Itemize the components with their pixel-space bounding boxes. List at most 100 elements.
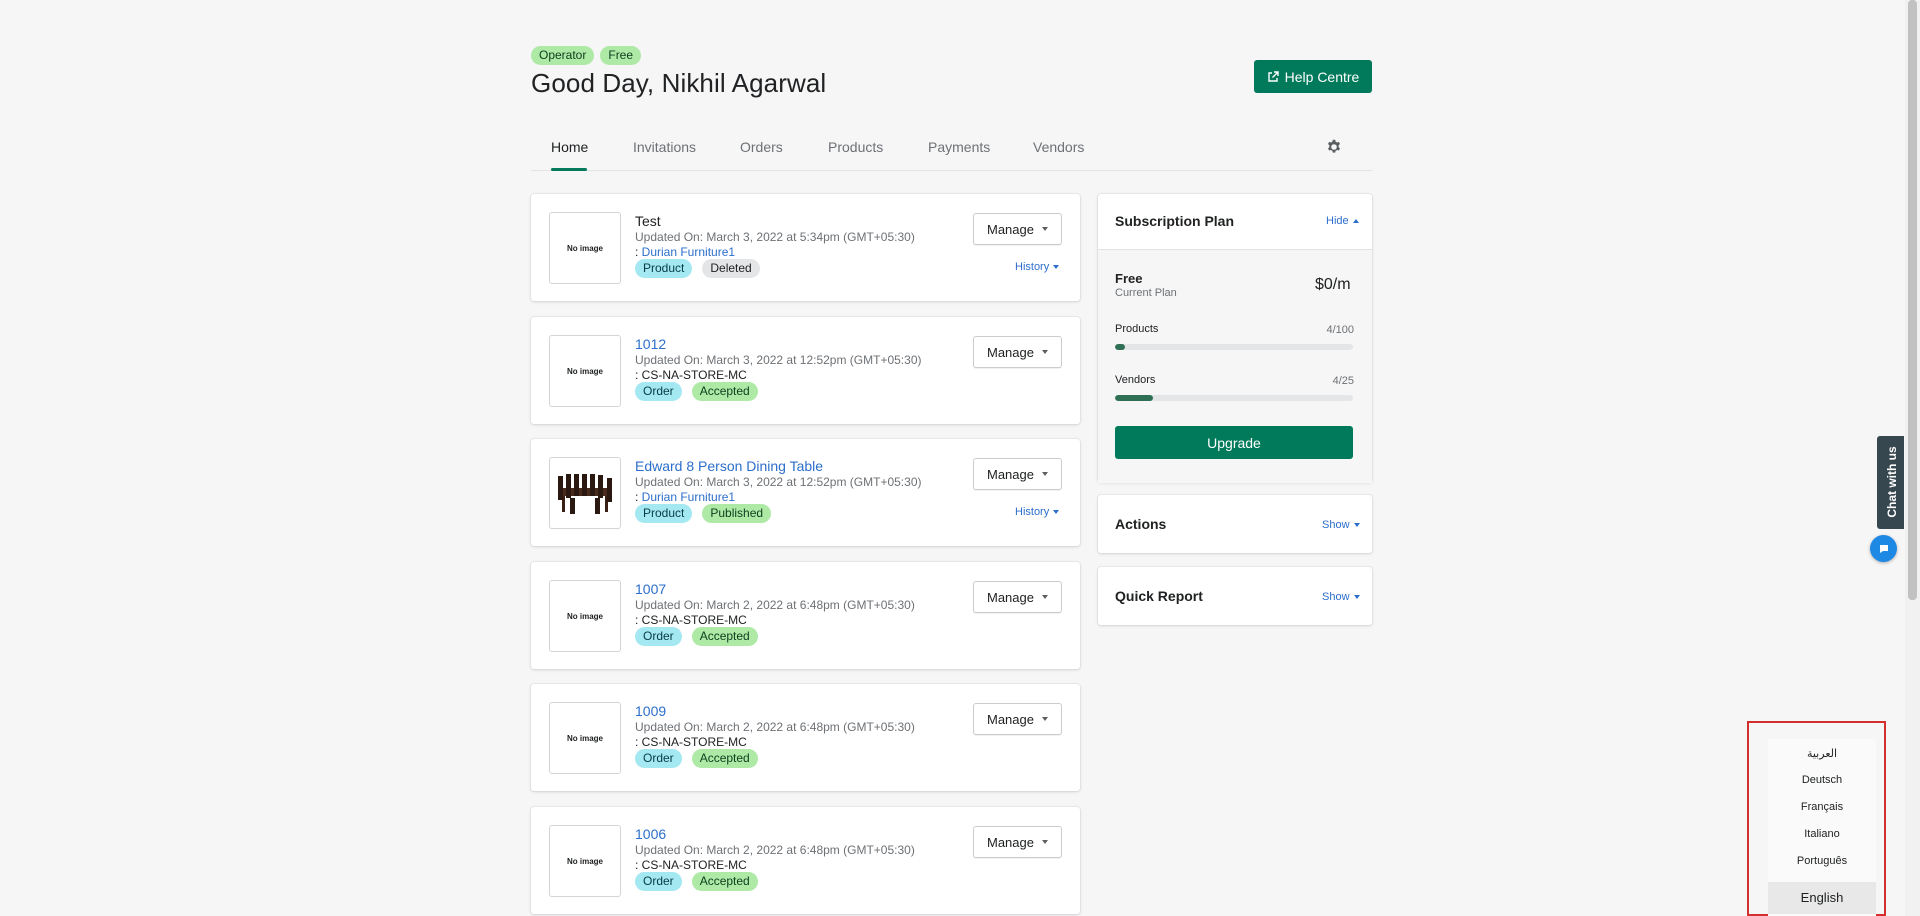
vendors-meter-label: Vendors — [1115, 374, 1156, 386]
products-meter-label: Products — [1115, 323, 1159, 335]
tab-vendors[interactable]: Vendors — [1033, 139, 1084, 155]
no-image-placeholder: No image — [549, 825, 621, 897]
activity-tags: Product Deleted — [635, 259, 760, 278]
activity-card: No image 1006 Updated On: March 2, 2022 at… — [531, 807, 1080, 914]
activity-title: Test — [635, 213, 661, 229]
plan-name: Free — [1115, 271, 1143, 286]
products-meter-value: 4/100 — [1326, 324, 1354, 336]
products-meter — [1115, 344, 1353, 350]
help-centre-label: Help Centre — [1284, 68, 1360, 85]
chat-with-us-tab[interactable]: Chat with us — [1877, 436, 1904, 529]
activity-source-name[interactable]: Durian Furniture1 — [642, 490, 735, 504]
type-badge: Product — [635, 504, 693, 523]
status-badge: Deleted — [702, 259, 760, 278]
vendors-meter-value: 4/25 — [1332, 375, 1354, 387]
activity-tags: Order Accepted — [635, 872, 758, 891]
manage-label: Manage — [987, 344, 1034, 360]
manage-button[interactable]: Manage — [973, 826, 1062, 858]
chat-tab-label: Chat with us — [1885, 446, 1899, 518]
activity-tags: Order Accepted — [635, 382, 758, 401]
actions-show-toggle[interactable]: Show — [1322, 519, 1360, 531]
vendors-meter — [1115, 395, 1353, 401]
subscription-title: Subscription Plan — [1115, 213, 1235, 229]
gear-icon[interactable] — [1326, 139, 1342, 155]
activity-title[interactable]: 1007 — [635, 581, 666, 597]
language-option-french[interactable]: Français — [1768, 801, 1876, 813]
type-badge: Order — [635, 749, 682, 768]
type-badge: Order — [635, 627, 682, 646]
activity-source-prefix: : — [635, 613, 642, 627]
activity-title[interactable]: Edward 8 Person Dining Table — [635, 458, 823, 474]
history-toggle[interactable]: History — [1015, 506, 1060, 518]
manage-label: Manage — [987, 466, 1034, 482]
language-selector-highlight: العربية Deutsch Français Italiano Portug… — [1747, 721, 1886, 916]
dining-table-image — [558, 474, 612, 514]
product-thumbnail — [549, 457, 621, 529]
chat-bubble-button[interactable] — [1870, 535, 1897, 562]
chevron-down-icon — [1041, 717, 1048, 721]
chevron-down-icon — [1353, 595, 1360, 599]
activity-updated-on: Updated On: March 3, 2022 at 5:34pm (GMT… — [635, 230, 915, 244]
manage-button[interactable]: Manage — [973, 581, 1062, 613]
manage-button[interactable]: Manage — [973, 336, 1062, 368]
status-badge: Published — [702, 504, 772, 523]
tab-invitations[interactable]: Invitations — [633, 139, 696, 155]
active-tab-indicator — [551, 168, 587, 171]
manage-button[interactable]: Manage — [973, 703, 1062, 735]
activity-source-name: CS-NA-STORE-MC — [641, 613, 747, 627]
status-badge: Accepted — [691, 872, 758, 891]
plan-subtitle: Current Plan — [1115, 287, 1177, 299]
no-image-placeholder: No image — [549, 702, 621, 774]
language-option-german[interactable]: Deutsch — [1768, 774, 1876, 786]
language-list: العربية Deutsch Français Italiano Portug… — [1768, 739, 1876, 916]
activity-card: No image 1012 Updated On: March 3, 2022 at… — [531, 317, 1080, 424]
no-image-placeholder: No image — [549, 212, 621, 284]
vendors-meter-fill — [1115, 395, 1154, 401]
language-option-portuguese[interactable]: Português — [1768, 855, 1876, 867]
help-centre-button[interactable]: Help Centre — [1254, 60, 1372, 93]
quick-report-show-toggle[interactable]: Show — [1322, 591, 1360, 603]
no-image-placeholder: No image — [549, 335, 621, 407]
activity-source: : Durian Furniture1 — [635, 245, 735, 259]
language-option-arabic[interactable]: العربية — [1768, 747, 1876, 760]
language-option-italian[interactable]: Italiano — [1768, 828, 1876, 840]
chevron-down-icon — [1053, 265, 1060, 269]
activity-source: : Durian Furniture1 — [635, 490, 735, 504]
page-scrollbar[interactable] — [1905, 0, 1920, 916]
history-toggle[interactable]: History — [1015, 261, 1060, 273]
activity-title[interactable]: 1009 — [635, 703, 666, 719]
chevron-down-icon — [1353, 523, 1360, 527]
subscription-toggle-label: Hide — [1326, 215, 1349, 227]
activity-source-prefix: : — [635, 490, 642, 504]
tab-products[interactable]: Products — [828, 139, 883, 155]
quick-report-title: Quick Report — [1115, 588, 1203, 604]
upgrade-button[interactable]: Upgrade — [1115, 426, 1353, 459]
history-label: History — [1015, 261, 1050, 273]
activity-source-name[interactable]: Durian Furniture1 — [642, 245, 735, 259]
products-meter-fill — [1115, 344, 1125, 350]
activity-title[interactable]: 1006 — [635, 826, 666, 842]
tab-payments[interactable]: Payments — [928, 139, 990, 155]
status-badge: Accepted — [691, 382, 758, 401]
tab-home[interactable]: Home — [551, 139, 588, 155]
language-option-english[interactable]: English — [1768, 882, 1876, 914]
quick-report-card: Quick Report Show — [1098, 567, 1372, 625]
chevron-down-icon — [1041, 350, 1048, 354]
activity-card: No image 1009 Updated On: March 2, 2022 at… — [531, 684, 1080, 791]
chevron-down-icon — [1041, 227, 1048, 231]
actions-card: Actions Show — [1098, 495, 1372, 553]
manage-button[interactable]: Manage — [973, 458, 1062, 490]
subscription-card: Subscription Plan Hide Free Current Plan… — [1098, 194, 1372, 483]
chevron-down-icon — [1041, 840, 1048, 844]
activity-source-name: CS-NA-STORE-MC — [641, 735, 747, 749]
activity-title[interactable]: 1012 — [635, 336, 666, 352]
activity-tags: Order Accepted — [635, 627, 758, 646]
manage-button[interactable]: Manage — [973, 213, 1062, 245]
history-label: History — [1015, 506, 1050, 518]
type-badge: Product — [635, 259, 693, 278]
tab-orders[interactable]: Orders — [740, 139, 783, 155]
scrollbar-thumb[interactable] — [1908, 0, 1917, 600]
subscription-hide-toggle[interactable]: Hide — [1326, 215, 1359, 227]
activity-source-prefix: : — [635, 368, 642, 382]
activity-source: : CS-NA-STORE-MC — [635, 858, 747, 872]
